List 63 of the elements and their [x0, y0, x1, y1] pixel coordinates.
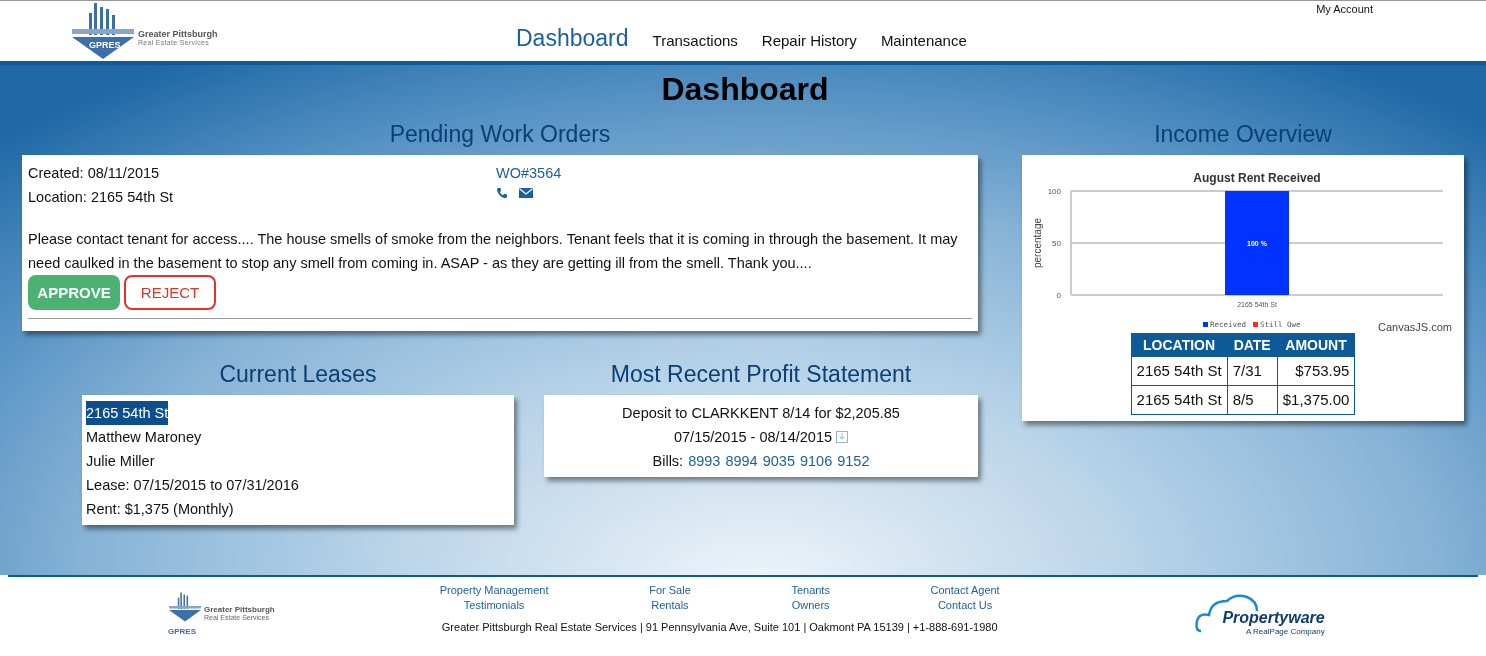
footer-link[interactable]: Property Management — [439, 583, 549, 598]
work-order-description: Please contact tenant for access.... The house smells of smoke from the neighbors. Tenant feels that it is coming in through the basement. It may need caulked in the basement to stop any smell from coming in. ASAP - as they are getting ill from the smell. Thank you.... — [28, 230, 959, 273]
table-cell: $1,375.00 — [1277, 385, 1355, 415]
footer-link[interactable]: Tenants — [791, 583, 830, 598]
nav-link[interactable]: Transactions — [652, 32, 738, 49]
table-cell: $753.95 — [1277, 356, 1355, 386]
skyline-icon — [70, 1, 136, 61]
lease-address: 2165 54th St — [86, 401, 169, 425]
table-cell: 2165 54th St — [1131, 385, 1228, 415]
section-heading: Most Recent Profit Statement — [609, 360, 913, 389]
statement-period: 07/15/2015 - 08/14/2015 — [674, 428, 832, 447]
bill-link[interactable]: 8993 — [688, 449, 721, 473]
logo-name: Greater Pittsburgh — [204, 605, 275, 614]
axis-tick-label: 50 — [1052, 239, 1061, 248]
bill-link[interactable]: 9035 — [762, 449, 795, 473]
footer-address: Greater Pittsburgh Real Estate Services | 91 Pennsylvania Ave, Suite 101 | Oakmont PA 15139 | +1-888-691-1980 — [441, 621, 998, 633]
logo-mark-text: GPRES — [168, 627, 196, 636]
bill-link[interactable]: 9152 — [837, 449, 870, 473]
page-title: Dashboard — [660, 70, 830, 109]
section-heading: Pending Work Orders — [388, 120, 612, 149]
account-link[interactable]: My Account — [1316, 3, 1373, 15]
nav-link[interactable]: Repair History — [761, 32, 857, 49]
footer-link[interactable]: Owners — [791, 598, 830, 613]
column-header: LOCATION — [1131, 333, 1228, 357]
partner-name: Propertyware — [1222, 609, 1325, 627]
bill-link[interactable]: 9106 — [799, 449, 833, 473]
nav-link[interactable]: Dashboard — [516, 25, 629, 52]
footer-link[interactable]: Rentals — [651, 598, 689, 613]
lease-detail: Rent: $1,375 (Monthly) — [86, 500, 234, 519]
section-heading: Income Overview — [1153, 120, 1333, 149]
footer-link[interactable]: Contact Us — [937, 598, 993, 613]
skyline-icon — [168, 590, 202, 624]
logo-name: Greater Pittsburgh — [138, 28, 218, 39]
logo-mark-text: GPRES — [89, 40, 121, 50]
axis-tick-label: 0 — [1056, 291, 1061, 300]
footer-link[interactable]: Testimonials — [463, 598, 525, 613]
deposit-text: Deposit to CLARKKENT 8/14 for $2,205.85 — [622, 404, 900, 423]
chart-credit[interactable]: CanvasJS.com — [1378, 321, 1452, 333]
axis-tick-label: 100 — [1047, 187, 1061, 196]
reject-button[interactable]: REJECT — [124, 275, 216, 310]
column-header: DATE — [1227, 333, 1278, 357]
footer-link[interactable]: Contact Agent — [930, 583, 1000, 598]
table-cell: 2165 54th St — [1131, 356, 1228, 386]
axis-title: percentage — [1032, 218, 1043, 268]
footer-link[interactable]: For Sale — [649, 583, 691, 598]
bills-label: Bills: — [652, 452, 684, 471]
lease-detail: Matthew Maroney — [86, 428, 202, 447]
mail-icon[interactable] — [519, 188, 533, 198]
partner-logo-drawing[interactable]: Propertyware A RealPage Company — [1194, 593, 1325, 637]
lease-detail: Julie Miller — [86, 452, 155, 471]
section-heading: Current Leases — [218, 360, 378, 389]
created-date: Created: 08/11/2015 — [28, 164, 161, 183]
column-header: AMOUNT — [1277, 333, 1355, 357]
bill-link[interactable]: 8994 — [725, 449, 758, 473]
lease-detail: Lease: 07/15/2015 to 07/31/2016 — [86, 476, 299, 495]
work-order-link[interactable]: WO#3564 — [496, 161, 562, 185]
table-cell: 8/5 — [1227, 385, 1278, 415]
table-cell: 7/31 — [1227, 356, 1278, 386]
chart-title: August Rent Received — [1193, 171, 1321, 185]
phone-icon[interactable] — [496, 187, 508, 199]
nav-link[interactable]: Maintenance — [880, 32, 967, 49]
partner-tagline: A RealPage Company — [1245, 627, 1325, 636]
location-text: Location: 2165 54th St — [28, 188, 175, 207]
